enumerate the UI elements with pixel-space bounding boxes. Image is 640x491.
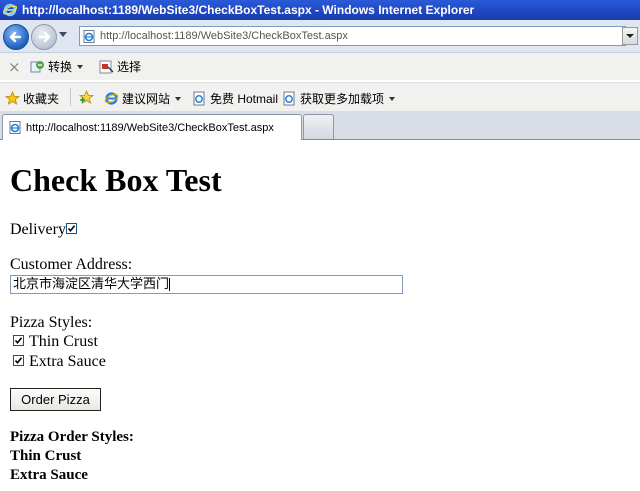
customer-address-label: Customer Address: [10,256,133,273]
page-content: Check Box Test Delivery: Customer Addres… [0,140,640,491]
checkmark-icon [67,225,76,233]
ie-icon [104,92,119,105]
favorites-bar: 收藏夹 建议网站 免费 Hotmail 获取更多加载项 [0,82,640,111]
select-label: 选择 [117,60,142,74]
checkmark-icon [14,337,23,345]
thin-crust-label: Thin Crust [29,333,98,350]
recent-pages-dropdown-icon[interactable] [59,32,67,37]
select-icon [99,60,114,74]
delivery-checkbox[interactable] [66,223,77,234]
address-bar-row: http://localhost:1189/WebSite3/CheckBoxT… [0,20,640,53]
chevron-down-icon [175,96,182,101]
order-pizza-button[interactable]: Order Pizza [10,388,101,411]
result-line-extra-sauce: Extra Sauce [10,467,88,483]
internet-explorer-icon [3,3,17,17]
star-icon [5,91,20,105]
hotmail-link[interactable]: 免费 Hotmail [192,90,278,107]
page-title: Check Box Test [10,162,222,198]
thin-crust-checkbox[interactable] [13,335,24,346]
result-heading: Pizza Order Styles: [10,429,134,445]
convert-button[interactable]: 转换 [30,58,84,75]
delivery-label: Delivery: [10,221,71,238]
tab-strip: http://localhost:1189/WebSite3/CheckBoxT… [0,111,640,140]
suggested-sites-button[interactable]: 建议网站 [104,90,182,107]
add-favorite-star-icon [79,90,94,104]
close-icon[interactable]: × [8,58,21,76]
new-tab-button[interactable] [303,114,334,139]
page-icon [9,121,21,134]
address-input[interactable]: http://localhost:1189/WebSite3/CheckBoxT… [79,26,626,46]
tab-checkbox-test[interactable]: http://localhost:1189/WebSite3/CheckBoxT… [2,114,302,140]
forward-arrow-icon [38,31,51,43]
pizza-styles-label: Pizza Styles: [10,314,93,331]
customer-address-value: 北京市海淀区清华大学西门 [13,277,170,292]
more-addons-link[interactable]: 获取更多加载项 [282,90,396,107]
window-title-bar: http://localhost:1189/WebSite3/CheckBoxT… [0,0,640,20]
command-bar: × 转换 选择 [0,53,640,80]
extra-sauce-label: Extra Sauce [29,353,106,370]
text-caret [169,278,171,291]
forward-button[interactable] [31,24,57,50]
select-button[interactable]: 选择 [99,58,141,75]
page-icon [283,91,295,106]
more-addons-label: 获取更多加载项 [300,92,385,106]
extra-sauce-checkbox[interactable] [13,355,24,366]
customer-address-input[interactable]: 北京市海淀区清华大学西门 [10,275,403,294]
suggested-sites-label: 建议网站 [122,92,171,106]
favorites-label: 收藏夹 [23,92,60,106]
address-dropdown-button[interactable] [622,27,638,45]
convert-label: 转换 [48,60,73,74]
add-to-favorites-button[interactable] [79,90,97,105]
page-icon [83,29,95,43]
favorites-button[interactable]: 收藏夹 [5,90,59,107]
result-line-thin-crust: Thin Crust [10,448,82,464]
checkmark-icon [14,357,23,365]
chevron-down-icon [389,96,396,101]
back-arrow-icon [9,31,22,43]
address-url: http://localhost:1189/WebSite3/CheckBoxT… [100,30,348,42]
convert-dropdown-icon[interactable] [77,64,84,69]
hotmail-label: 免费 Hotmail [210,92,279,106]
toolbar-separator [70,88,71,106]
page-icon [193,91,205,106]
tab-label: http://localhost:1189/WebSite3/CheckBoxT… [26,121,274,134]
back-button[interactable] [3,24,29,50]
convert-icon [30,61,44,73]
window-title: http://localhost:1189/WebSite3/CheckBoxT… [22,3,475,17]
